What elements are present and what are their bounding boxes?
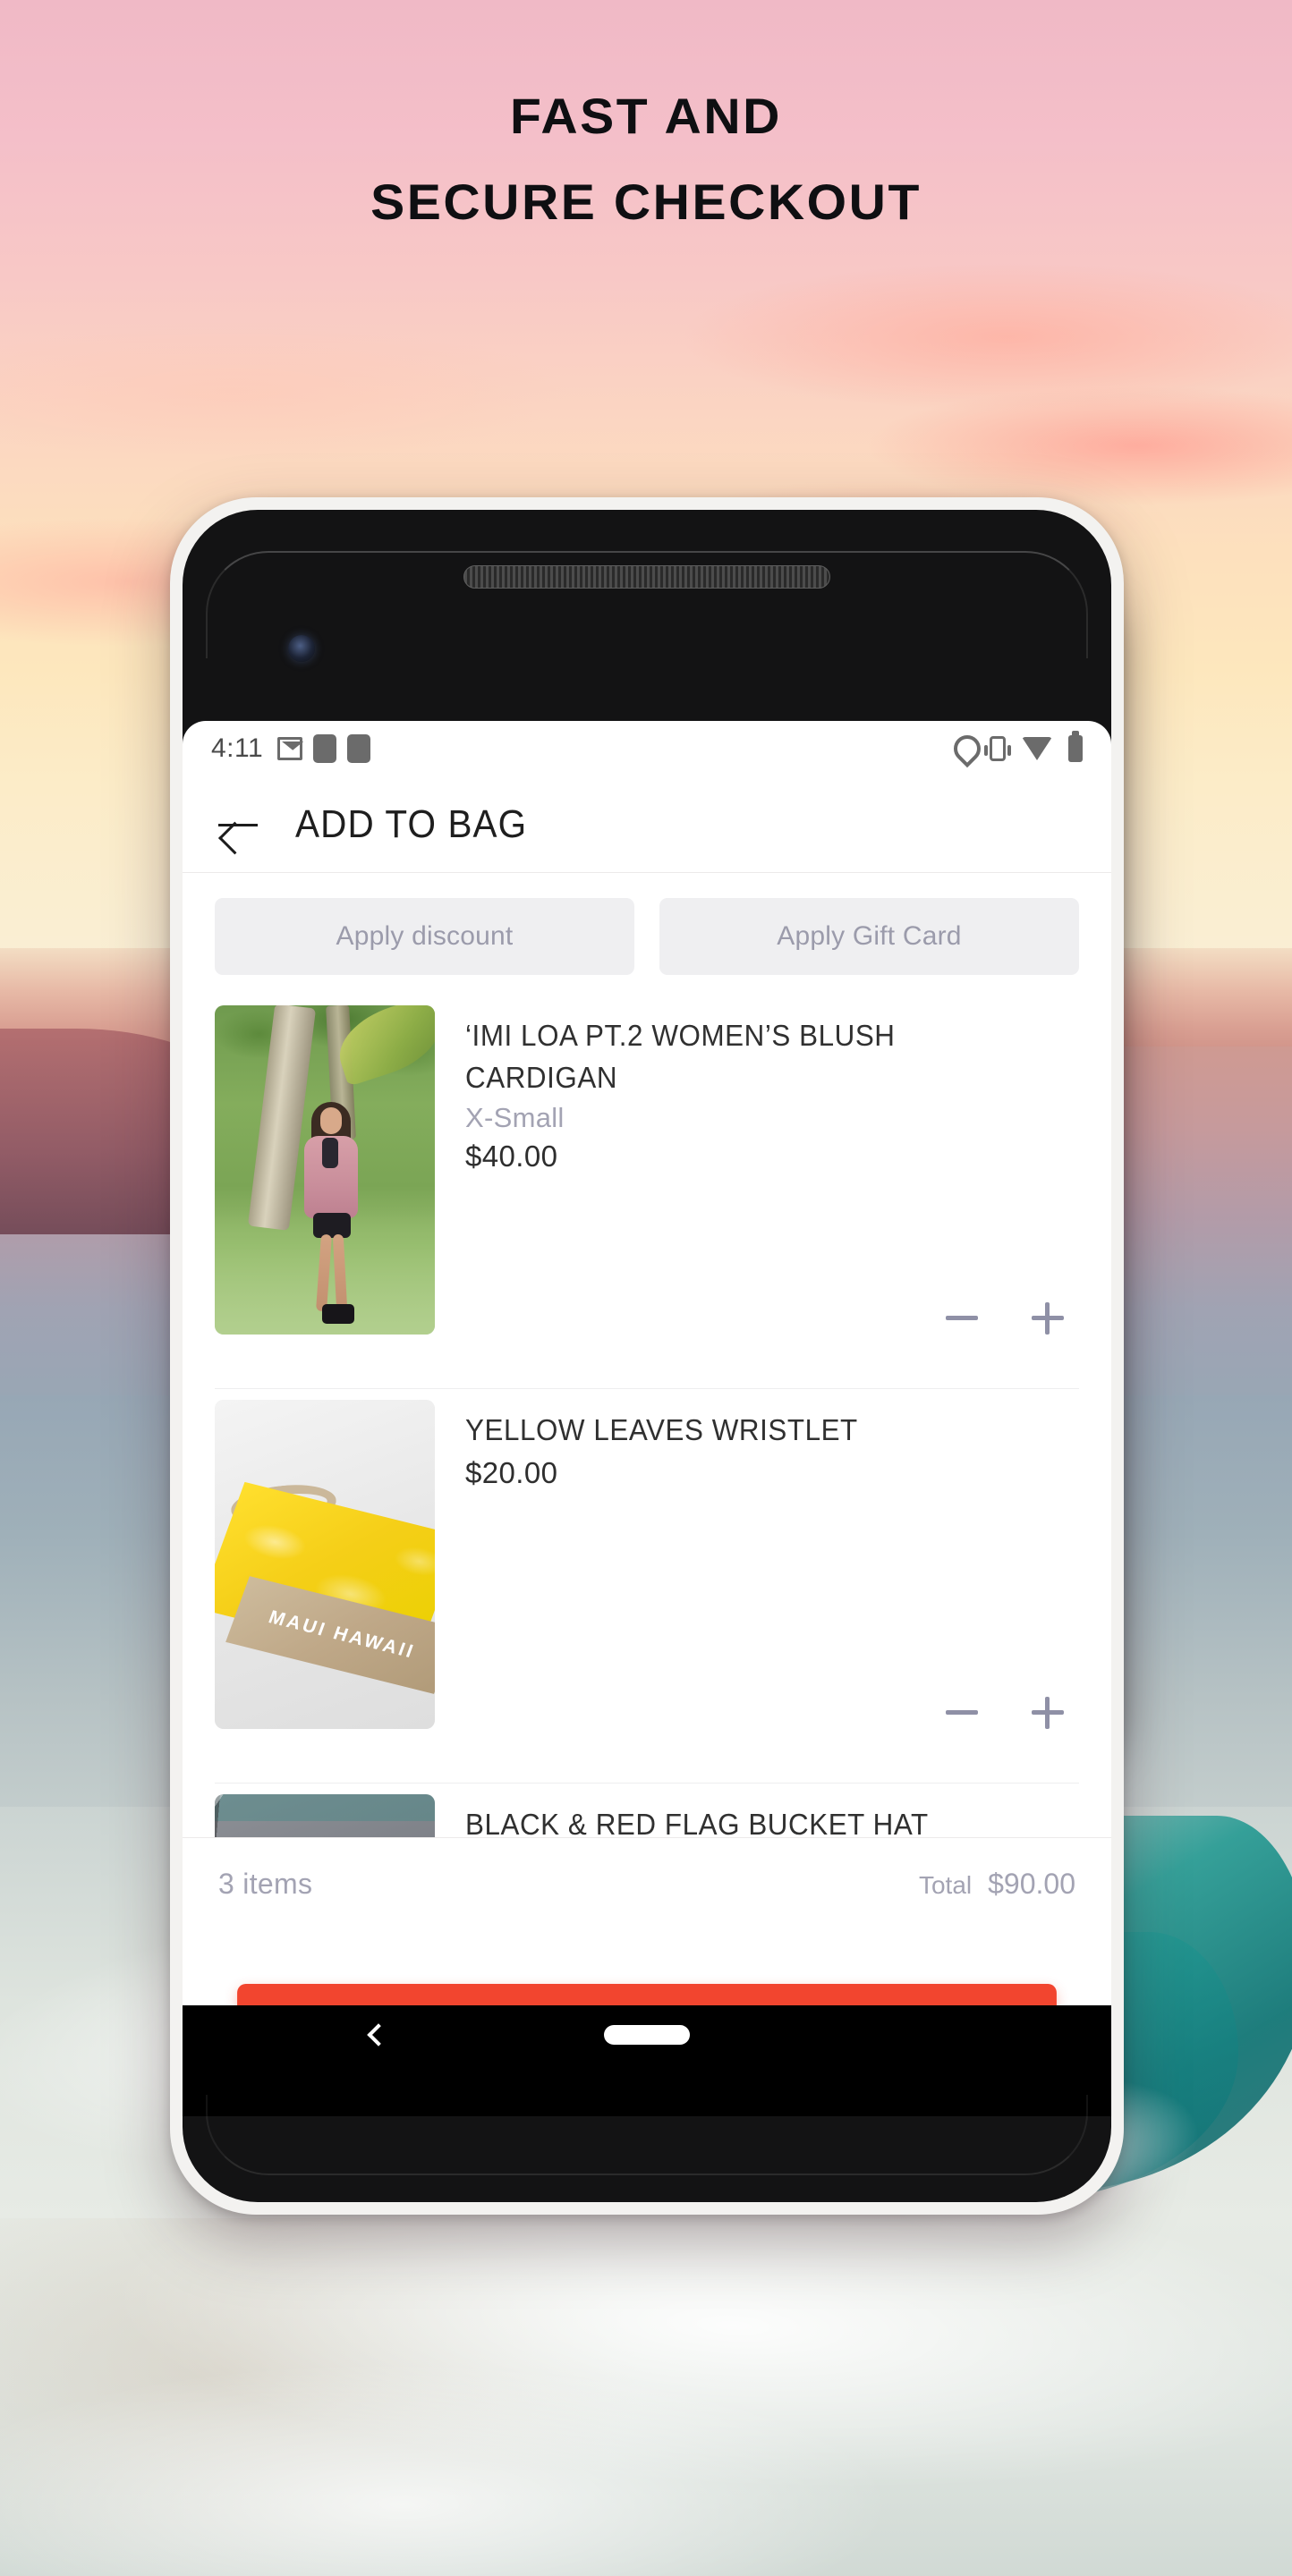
cart-item[interactable]: ‘IMI LOA PT.2 WOMEN’S BLUSH CARDIGAN X-S…: [183, 995, 1111, 1388]
page-title: ADD TO BAG: [295, 801, 528, 846]
front-camera-icon: [288, 635, 315, 662]
minus-icon[interactable]: [941, 1297, 982, 1338]
product-price: $40.00: [465, 1140, 558, 1173]
nav-home-pill[interactable]: [604, 2025, 690, 2045]
promo-headline: FAST AND SECURE CHECKOUT: [0, 73, 1292, 245]
item-count-label: 3 items: [218, 1868, 313, 1900]
status-bar-system-icons: [954, 731, 1083, 762]
app-icon-2: [347, 734, 371, 763]
product-title: YELLOW LEAVES WRISTLET: [465, 1413, 858, 1446]
product-thumbnail[interactable]: MAUI HAWAII: [215, 1400, 435, 1729]
quantity-stepper[interactable]: [941, 1691, 1068, 1733]
vibrate-icon: [984, 736, 1011, 761]
location-pin-icon: [954, 735, 973, 762]
cart-item[interactable]: MAUI HAWAII YELLOW LEAVES WRISTLET $20.0…: [183, 1389, 1111, 1783]
product-title: ‘IMI LOA PT.2 WOMEN’S BLUSH CARDIGAN: [465, 1019, 896, 1094]
total-group: Total $90.00: [919, 1868, 1075, 1901]
quantity-stepper[interactable]: [941, 1297, 1068, 1338]
gmail-icon: [277, 737, 303, 760]
cart-item-list[interactable]: ‘IMI LOA PT.2 WOMEN’S BLUSH CARDIGAN X-S…: [183, 995, 1111, 1889]
cart-summary-bar: 3 items Total $90.00: [183, 1837, 1111, 1930]
phone-body: 4:11 ADD TO BAG Apply discount Apply Gif…: [183, 510, 1111, 2202]
product-image-wristlet: MAUI HAWAII: [215, 1400, 435, 1729]
product-variant: X-Small: [465, 1102, 565, 1133]
status-bar: 4:11: [183, 721, 1111, 776]
android-nav-bar: [183, 2005, 1111, 2064]
app-bar: ADD TO BAG: [183, 776, 1111, 873]
total-label: Total: [918, 1871, 973, 1899]
foam-patch-bottom: [0, 2361, 895, 2576]
phone-mockup: 4:11 ADD TO BAG Apply discount Apply Gif…: [170, 497, 1124, 2215]
wristlet-print-text: MAUI HAWAII: [266, 1606, 419, 1663]
promo-screenshot-stage: FAST AND SECURE CHECKOUT 4:11 ADD TO BAG…: [0, 0, 1292, 2576]
total-amount: $90.00: [988, 1868, 1075, 1900]
minus-icon[interactable]: [941, 1691, 982, 1733]
back-arrow-icon[interactable]: [217, 805, 263, 844]
wifi-icon: [1022, 737, 1052, 760]
battery-icon: [1068, 731, 1083, 762]
status-bar-notification-icons: [277, 734, 371, 763]
phone-screen: 4:11 ADD TO BAG Apply discount Apply Gif…: [183, 721, 1111, 2116]
nav-back-icon[interactable]: [367, 2023, 390, 2046]
headline-line-1: FAST AND: [510, 88, 782, 144]
plus-icon[interactable]: [1027, 1691, 1068, 1733]
app-icon-1: [313, 734, 337, 763]
earpiece-speaker: [463, 565, 830, 589]
product-image-cardigan: [215, 1005, 435, 1335]
plus-icon[interactable]: [1027, 1297, 1068, 1338]
bezel-bottom-highlight: [206, 2095, 1088, 2175]
apply-gift-card-button[interactable]: Apply Gift Card: [659, 898, 1079, 975]
promo-button-row: Apply discount Apply Gift Card: [183, 873, 1111, 995]
headline-line-2: SECURE CHECKOUT: [370, 174, 922, 230]
apply-discount-button[interactable]: Apply discount: [215, 898, 634, 975]
product-thumbnail[interactable]: [215, 1005, 435, 1335]
status-bar-clock: 4:11: [211, 733, 264, 763]
product-price: $20.00: [465, 1456, 558, 1489]
